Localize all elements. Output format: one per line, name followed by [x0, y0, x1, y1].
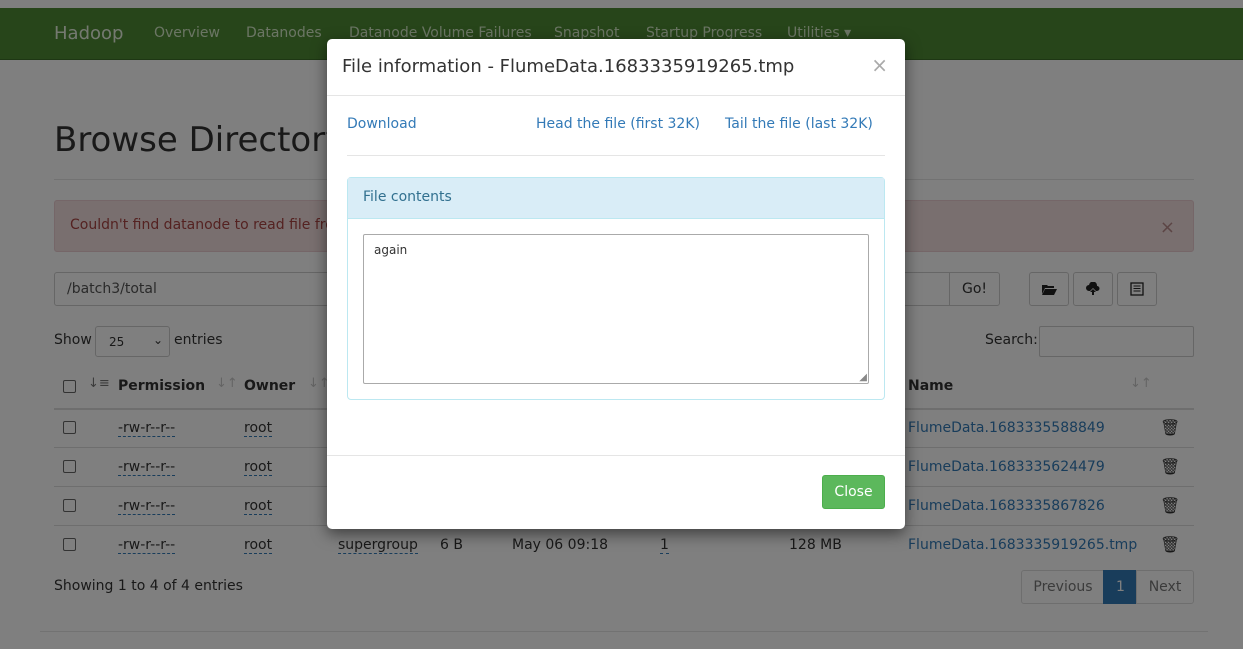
panel-heading: File contents [348, 178, 884, 219]
close-icon[interactable]: × [871, 53, 888, 77]
head-file-link[interactable]: Head the file (first 32K) [536, 116, 700, 132]
file-contents-panel: File contents again ◢ [347, 177, 885, 400]
file-contents-text: again [374, 243, 408, 257]
close-button[interactable]: Close [822, 475, 885, 509]
panel-title: File contents [363, 189, 452, 205]
modal-header: File information - FlumeData.16833359192… [327, 39, 905, 96]
modal-title: File information - FlumeData.16833359192… [342, 56, 795, 77]
download-link[interactable]: Download [347, 116, 417, 132]
file-info-modal: File information - FlumeData.16833359192… [327, 39, 905, 529]
tail-file-link[interactable]: Tail the file (last 32K) [725, 116, 873, 132]
resize-handle-icon[interactable]: ◢ [859, 372, 867, 383]
file-contents-textarea[interactable]: again ◢ [363, 234, 869, 384]
modal-footer-divider [327, 455, 905, 456]
modal-divider [347, 155, 885, 156]
